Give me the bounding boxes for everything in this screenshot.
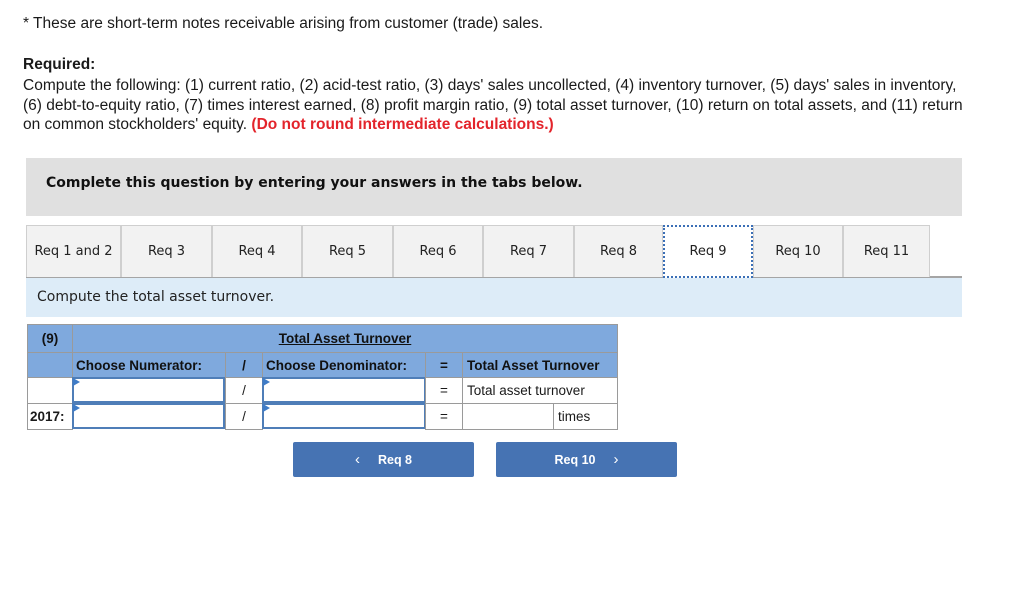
tab-req-8[interactable]: Req 8 bbox=[574, 225, 663, 277]
row-label-2017: 2017: bbox=[27, 403, 73, 430]
numerator-header: Choose Numerator: bbox=[72, 352, 226, 378]
instruction-box: Complete this question by entering your … bbox=[26, 158, 962, 216]
rounding-warning: (Do not round intermediate calculations.… bbox=[251, 116, 554, 133]
req-number-cell: (9) bbox=[27, 324, 73, 353]
denominator-select[interactable] bbox=[262, 377, 426, 403]
instruction-text: Complete this question by entering your … bbox=[46, 175, 583, 191]
tab-req-3[interactable]: Req 3 bbox=[121, 225, 212, 277]
result-header: Total Asset Turnover bbox=[462, 352, 618, 378]
result-label: Total asset turnover bbox=[462, 377, 618, 404]
requirement-tabs: Req 1 and 2 Req 3 Req 4 Req 5 Req 6 Req … bbox=[26, 225, 962, 278]
row-label bbox=[27, 377, 73, 404]
equals-symbol-2017: = bbox=[425, 403, 463, 430]
numerator-select[interactable] bbox=[72, 377, 225, 403]
header-blank-cell bbox=[27, 352, 73, 378]
denominator-header: Choose Denominator: bbox=[262, 352, 426, 378]
tab-req-9[interactable]: Req 9 bbox=[663, 225, 753, 278]
tab-req-5[interactable]: Req 5 bbox=[302, 225, 393, 277]
divide-header: / bbox=[225, 352, 263, 378]
next-req-label: Req 10 bbox=[554, 452, 596, 467]
numerator-input[interactable] bbox=[74, 379, 223, 401]
required-line-2: (6) debt-to-equity ratio, (7) times inte… bbox=[23, 96, 963, 114]
next-req-button[interactable]: Req 10 › bbox=[496, 442, 677, 477]
chevron-left-icon: ‹ bbox=[354, 451, 360, 468]
tab-req-11[interactable]: Req 11 bbox=[843, 225, 930, 277]
divide-symbol-2017: / bbox=[225, 403, 263, 430]
denominator-select-2017[interactable] bbox=[262, 403, 426, 429]
prev-req-label: Req 8 bbox=[377, 452, 413, 467]
tab-req-6[interactable]: Req 6 bbox=[393, 225, 483, 277]
equals-symbol: = bbox=[425, 377, 463, 404]
equals-header: = bbox=[425, 352, 463, 378]
denominator-input[interactable] bbox=[264, 379, 424, 401]
prompt-band: Compute the total asset turnover. bbox=[26, 278, 962, 317]
prev-req-button[interactable]: ‹ Req 8 bbox=[293, 442, 474, 477]
tab-req-4[interactable]: Req 4 bbox=[212, 225, 302, 277]
table-title-cell: Total Asset Turnover bbox=[72, 324, 618, 353]
divide-symbol: / bbox=[225, 377, 263, 404]
unit-label: times bbox=[553, 403, 618, 430]
prompt-text: Compute the total asset turnover. bbox=[37, 289, 275, 305]
chevron-right-icon: › bbox=[613, 451, 619, 468]
tab-req-10[interactable]: Req 10 bbox=[753, 225, 843, 277]
required-text: Compute the following: (1) current ratio… bbox=[23, 76, 1024, 135]
denominator-input-2017[interactable] bbox=[264, 405, 424, 427]
result-value-2017[interactable] bbox=[462, 403, 554, 430]
numerator-input-2017[interactable] bbox=[74, 405, 223, 427]
required-line-1: Compute the following: (1) current ratio… bbox=[23, 77, 957, 94]
required-line-3: on common stockholders' equity. bbox=[23, 116, 248, 133]
tab-req-1-and-2[interactable]: Req 1 and 2 bbox=[26, 225, 121, 277]
required-heading: Required: bbox=[23, 56, 96, 73]
table-title: Total Asset Turnover bbox=[278, 331, 412, 346]
tab-req-7[interactable]: Req 7 bbox=[483, 225, 574, 277]
footnote: * These are short-term notes receivable … bbox=[23, 15, 544, 32]
numerator-select-2017[interactable] bbox=[72, 403, 225, 429]
